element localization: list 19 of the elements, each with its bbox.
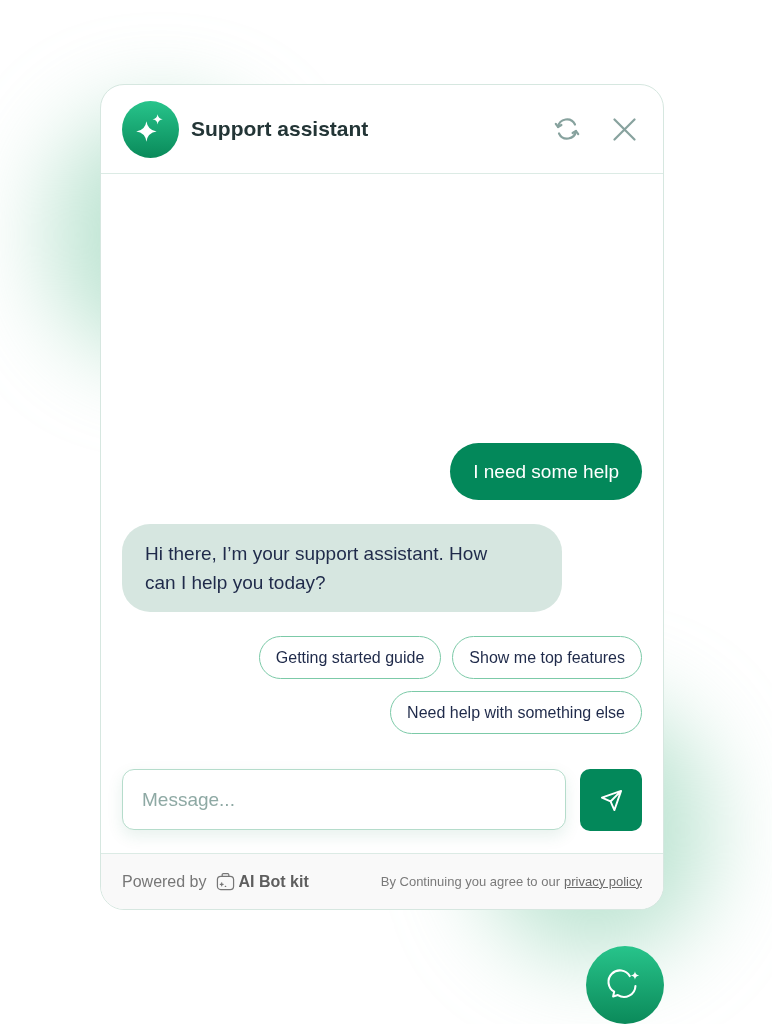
quick-reply-button[interactable]: Getting started guide xyxy=(258,636,442,679)
close-button[interactable] xyxy=(611,116,637,142)
message-input[interactable]: Message... xyxy=(122,769,566,830)
consent-text: By Continuing you agree to our privacy policy xyxy=(380,872,642,891)
user-message: I need some help xyxy=(450,443,642,500)
refresh-icon xyxy=(554,116,580,142)
close-icon xyxy=(612,117,636,141)
send-icon xyxy=(599,788,623,812)
powered-by-label: Powered by xyxy=(122,871,207,892)
brand-name: AI Bot kit xyxy=(238,871,309,892)
bot-kit-logo-icon xyxy=(215,872,235,891)
send-button[interactable] xyxy=(580,769,642,831)
sparkle-avatar-icon xyxy=(122,100,179,158)
privacy-policy-link[interactable]: privacy policy xyxy=(563,873,642,889)
quick-reply-button[interactable]: Need help with something else xyxy=(390,691,642,734)
bot-message: Hi there, I’m your support assistant. How can I help you today? xyxy=(122,524,562,612)
refresh-button[interactable] xyxy=(553,115,581,143)
window-title: Support assistant xyxy=(191,116,369,143)
quick-reply-button[interactable]: Show me top features xyxy=(452,636,642,679)
